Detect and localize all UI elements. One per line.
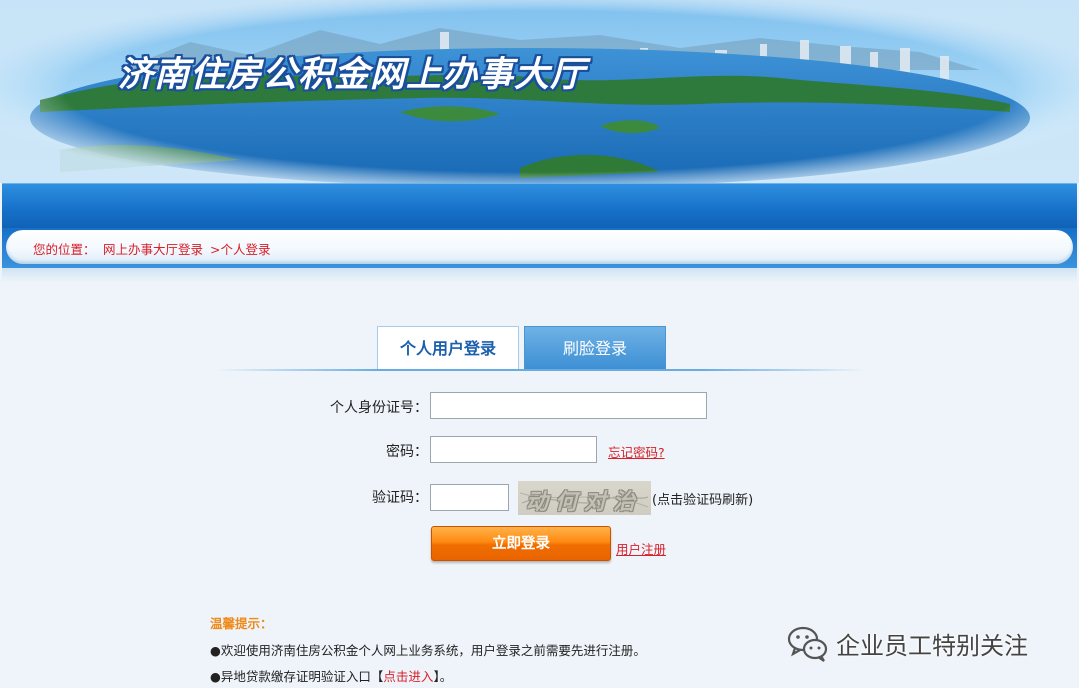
login-button[interactable]: 立即登录 bbox=[431, 526, 611, 561]
breadcrumb-link-hall-login[interactable]: 网上办事大厅登录 bbox=[103, 239, 203, 258]
password-input[interactable] bbox=[430, 436, 597, 463]
tab-underline bbox=[215, 369, 865, 371]
tips-title: 温馨提示： bbox=[210, 616, 273, 631]
captcha-label: 验证码： bbox=[372, 490, 428, 506]
enter-verification-link[interactable]: 点击进入 bbox=[383, 669, 433, 684]
password-label: 密码： bbox=[386, 444, 428, 460]
breadcrumb: 您的位置： 网上办事大厅登录 >个人登录 bbox=[6, 230, 1073, 264]
divider-strip bbox=[2, 268, 1077, 282]
nav-bar bbox=[2, 183, 1077, 232]
tip-line-suffix: 】。 bbox=[433, 669, 453, 684]
tab-face-login[interactable]: 刷脸登录 bbox=[524, 326, 666, 369]
id-number-label: 个人身份证号： bbox=[330, 400, 428, 416]
breadcrumb-label: 您的位置： bbox=[33, 242, 96, 257]
site-title: 济南住房公积金网上办事大厅 bbox=[118, 54, 587, 95]
tip-line-verification: ●异地贷款缴存证明验证入口【点击进入】。 bbox=[210, 666, 452, 685]
watermark-text: 企业员工特别关注 bbox=[836, 631, 1028, 660]
breadcrumb-bar: 您的位置： 网上办事大厅登录 >个人登录 bbox=[2, 228, 1077, 268]
register-link[interactable]: 用户注册 bbox=[616, 539, 666, 558]
tip-line-welcome: ●欢迎使用济南住房公积金个人网上业务系统，用户登录之前需要先进行注册。 bbox=[210, 643, 646, 658]
breadcrumb-current-personal-login: >个人登录 bbox=[210, 242, 271, 257]
captcha-text: 动何对治 bbox=[526, 489, 643, 515]
forgot-password-link[interactable]: 忘记密码? bbox=[608, 442, 665, 461]
tab-personal-login[interactable]: 个人用户登录 bbox=[377, 326, 519, 369]
captcha-refresh-hint: (点击验证码刷新) bbox=[652, 493, 754, 508]
watermark: 企业员工特别关注 bbox=[786, 623, 1028, 663]
captcha-image[interactable]: 动何对治 bbox=[518, 481, 651, 515]
tip-line-prefix: ●异地贷款缴存证明验证入口【 bbox=[210, 669, 384, 684]
wechat-icon bbox=[787, 626, 828, 662]
id-number-input[interactable] bbox=[430, 392, 707, 419]
captcha-input[interactable] bbox=[430, 484, 509, 511]
header-banner: 济南住房公积金网上办事大厅 bbox=[0, 0, 1079, 183]
